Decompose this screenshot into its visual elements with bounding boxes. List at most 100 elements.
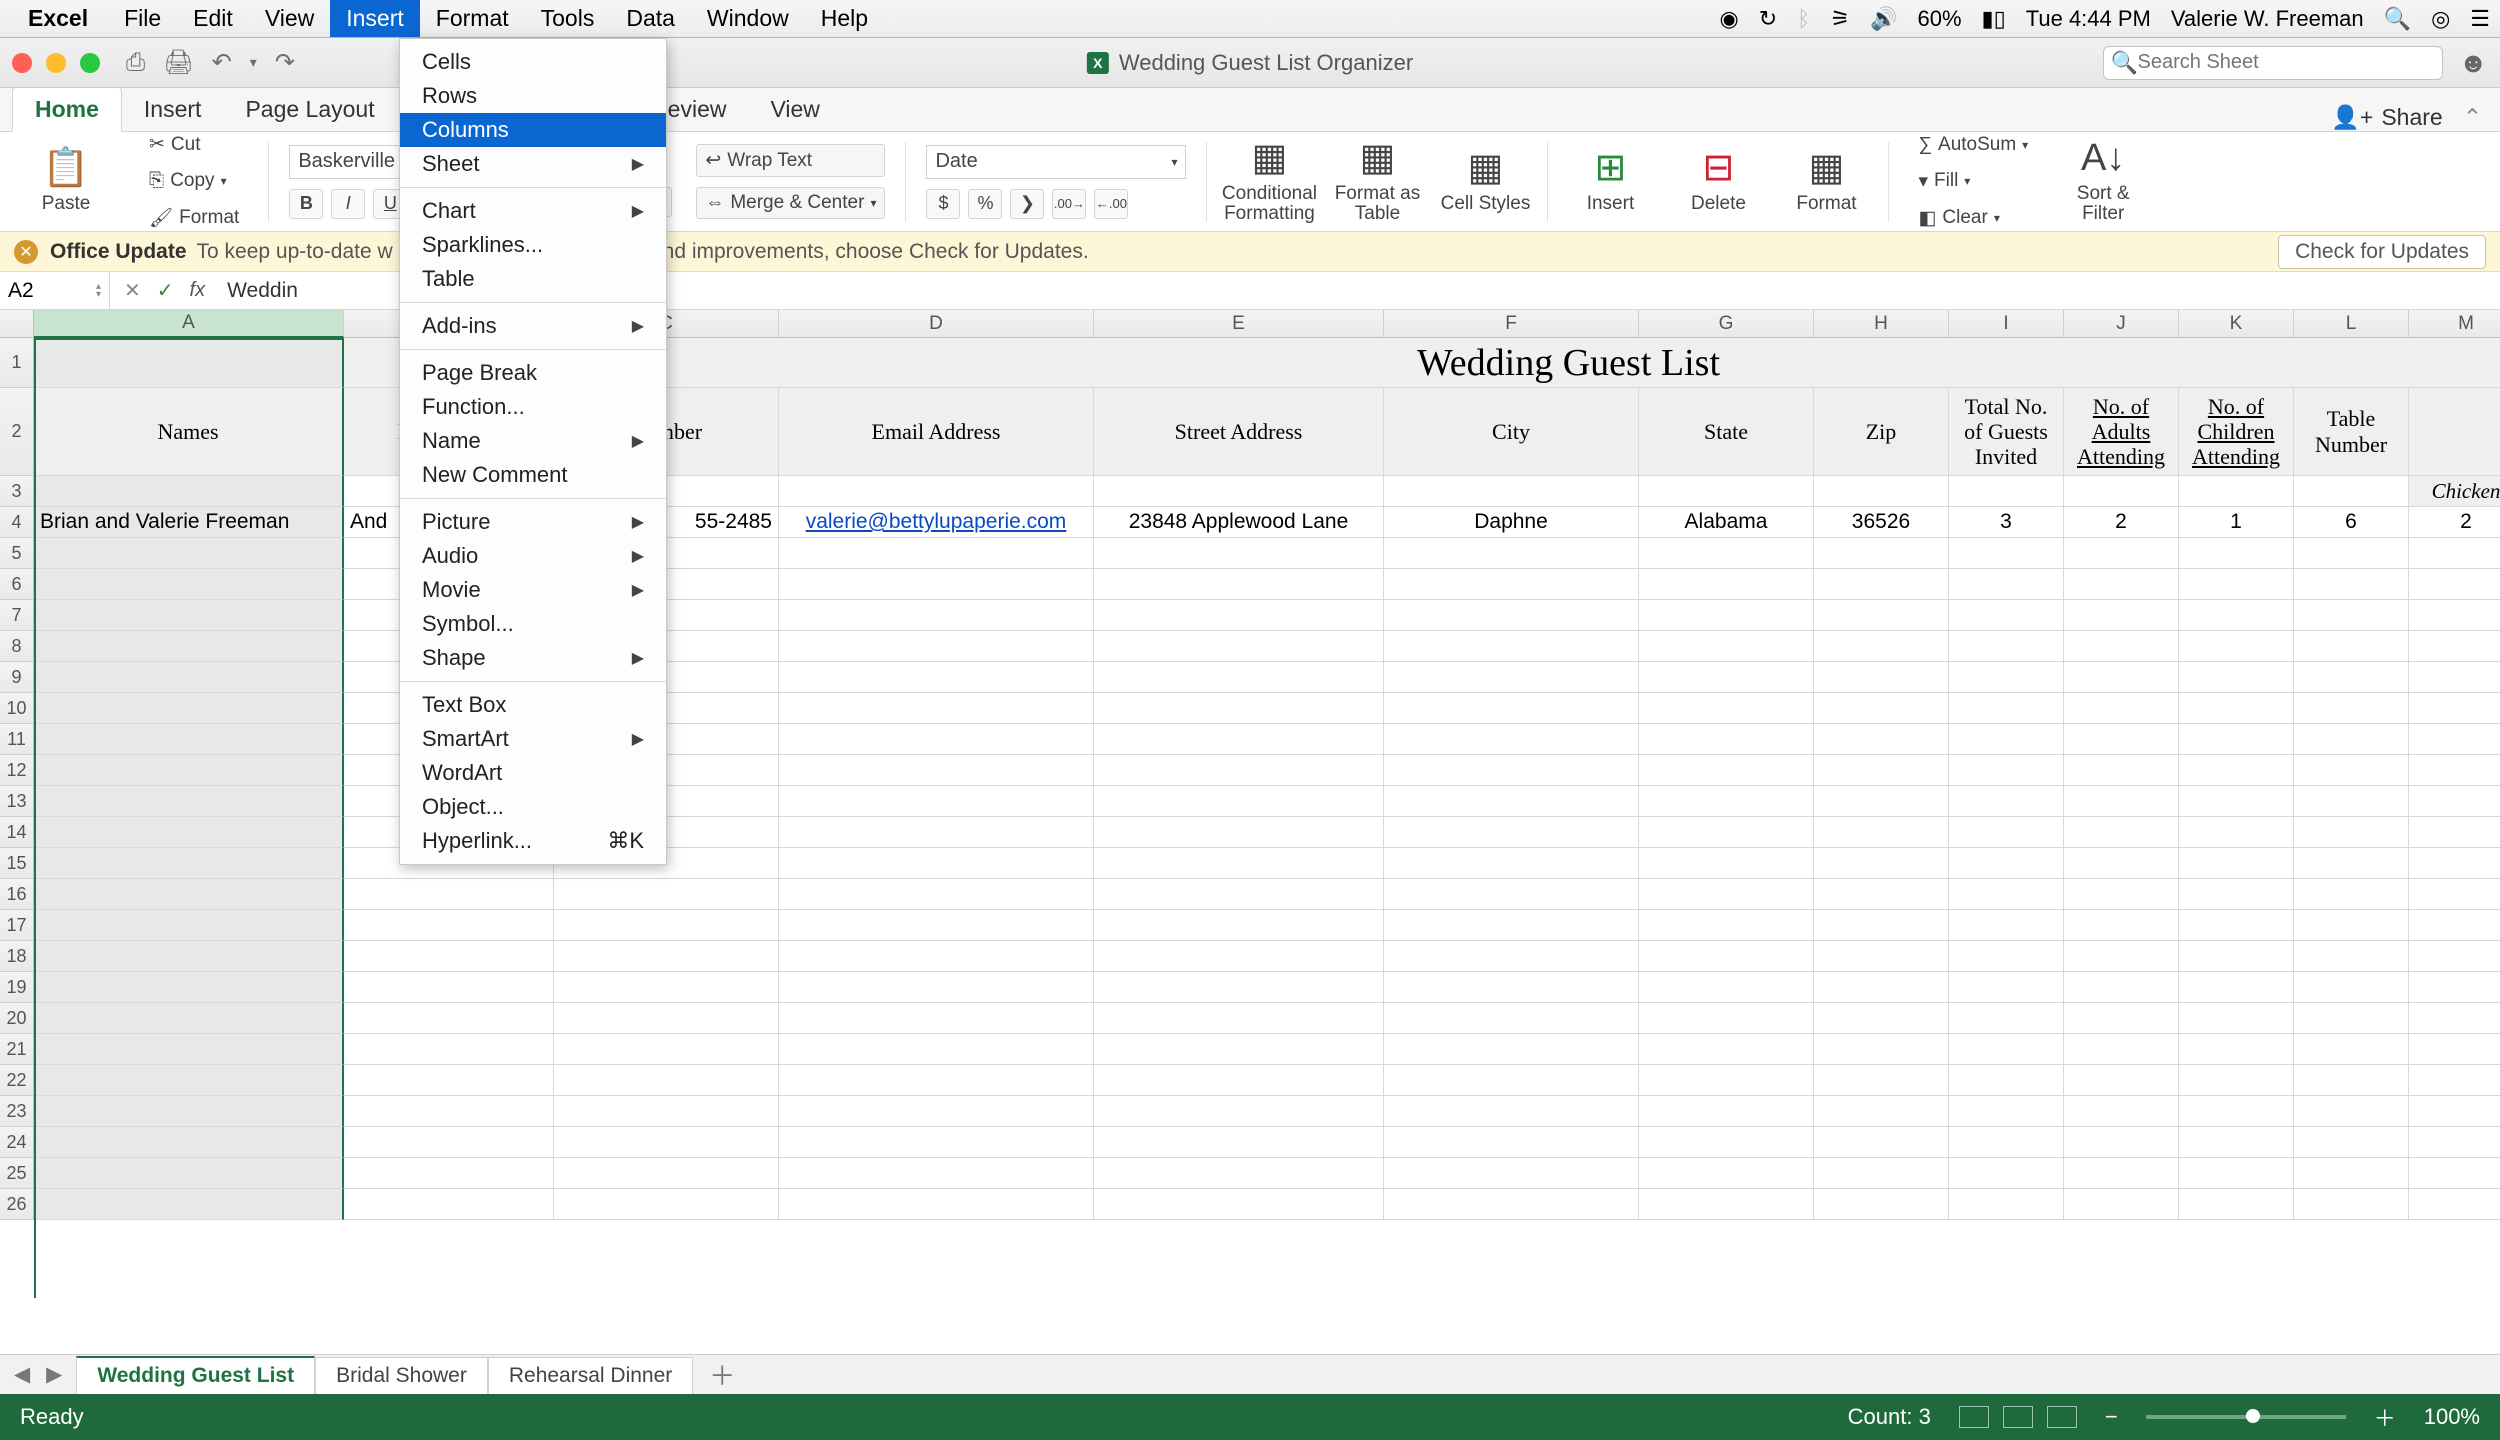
cell[interactable]: [779, 538, 1094, 569]
cell[interactable]: [2064, 879, 2179, 910]
cell[interactable]: [1949, 786, 2064, 817]
cell[interactable]: [1094, 1034, 1384, 1065]
cell[interactable]: State: [1639, 388, 1814, 476]
cell[interactable]: [2064, 1065, 2179, 1096]
cell[interactable]: [1949, 972, 2064, 1003]
cell[interactable]: [2409, 569, 2500, 600]
cell[interactable]: [2179, 600, 2294, 631]
sheet-tab-active[interactable]: Wedding Guest List: [76, 1356, 315, 1394]
row-header[interactable]: 15: [0, 848, 34, 879]
cell[interactable]: [1639, 941, 1814, 972]
italic-button[interactable]: I: [331, 189, 365, 219]
menu-help[interactable]: Help: [805, 0, 884, 37]
cell[interactable]: [2409, 879, 2500, 910]
cell[interactable]: [2064, 1003, 2179, 1034]
cell[interactable]: [2064, 910, 2179, 941]
col-header-G[interactable]: G: [1639, 310, 1814, 338]
cell[interactable]: [34, 1127, 344, 1158]
menu-hyperlink[interactable]: Hyperlink...⌘K: [400, 824, 666, 858]
cell[interactable]: [1094, 476, 1384, 507]
cell[interactable]: [1949, 538, 2064, 569]
feedback-icon[interactable]: ☻: [2459, 47, 2488, 79]
autosum-button[interactable]: ∑AutoSum ▾: [1909, 129, 2037, 161]
percent-button[interactable]: %: [968, 189, 1002, 219]
spreadsheet-grid[interactable]: ABCDEFGHIJKLMNO 123456789101112131415161…: [0, 310, 2500, 1360]
cell[interactable]: [344, 1158, 554, 1189]
cell[interactable]: [779, 631, 1094, 662]
cell[interactable]: [1094, 786, 1384, 817]
cell[interactable]: [1949, 693, 2064, 724]
cell[interactable]: [2179, 941, 2294, 972]
corner-select-all[interactable]: [0, 310, 34, 338]
cell[interactable]: [1814, 972, 1949, 1003]
cell[interactable]: [2064, 848, 2179, 879]
cell[interactable]: [2179, 972, 2294, 1003]
menu-table[interactable]: Table: [400, 262, 666, 296]
cell[interactable]: [34, 972, 344, 1003]
cell[interactable]: [2409, 1003, 2500, 1034]
tab-pagelayout[interactable]: Page Layout: [223, 88, 396, 131]
cell[interactable]: 2: [2064, 507, 2179, 538]
format-painter-button[interactable]: 🖌Format: [140, 201, 248, 235]
cell[interactable]: Meal Choice: [2409, 388, 2500, 476]
row-header[interactable]: 20: [0, 1003, 34, 1034]
row-header[interactable]: 5: [0, 538, 34, 569]
row-header[interactable]: 14: [0, 817, 34, 848]
cell[interactable]: [1384, 817, 1639, 848]
cell[interactable]: [554, 1189, 779, 1220]
cell[interactable]: [2294, 662, 2409, 693]
cut-button[interactable]: ✂Cut: [140, 128, 248, 161]
menu-window[interactable]: Window: [691, 0, 805, 37]
cancel-icon[interactable]: ✕: [124, 278, 141, 303]
cell[interactable]: [1949, 476, 2064, 507]
cell[interactable]: [1949, 569, 2064, 600]
cell[interactable]: City: [1384, 388, 1639, 476]
cell[interactable]: [2409, 786, 2500, 817]
cell[interactable]: [1949, 600, 2064, 631]
redo-icon[interactable]: ↷: [275, 48, 295, 77]
cell[interactable]: [2294, 941, 2409, 972]
cell[interactable]: [1814, 1189, 1949, 1220]
cell[interactable]: [779, 786, 1094, 817]
cell[interactable]: [2294, 1034, 2409, 1065]
cell[interactable]: [2064, 1096, 2179, 1127]
cell[interactable]: [2294, 1096, 2409, 1127]
cell[interactable]: [1814, 1003, 1949, 1034]
siri-icon[interactable]: ◎: [2431, 6, 2450, 32]
menu-cells[interactable]: Cells: [400, 45, 666, 79]
cell[interactable]: [1094, 910, 1384, 941]
clock[interactable]: Tue 4:44 PM: [2026, 6, 2151, 32]
cell[interactable]: [1384, 941, 1639, 972]
cell[interactable]: [2294, 538, 2409, 569]
cell[interactable]: [2179, 755, 2294, 786]
cell[interactable]: [1949, 1127, 2064, 1158]
cell[interactable]: [779, 662, 1094, 693]
menu-comment[interactable]: New Comment: [400, 458, 666, 492]
cell[interactable]: [1814, 1127, 1949, 1158]
cell[interactable]: [34, 600, 344, 631]
cell[interactable]: [2179, 1065, 2294, 1096]
share-button[interactable]: 👤+Share: [2317, 104, 2456, 131]
paste-button[interactable]: 📋 Paste: [16, 138, 116, 226]
tab-insert[interactable]: Insert: [122, 88, 224, 131]
cell[interactable]: [1094, 538, 1384, 569]
row-header[interactable]: 19: [0, 972, 34, 1003]
cell[interactable]: [2179, 476, 2294, 507]
cell[interactable]: [344, 1189, 554, 1220]
row-header[interactable]: 18: [0, 941, 34, 972]
cell[interactable]: [34, 569, 344, 600]
cell[interactable]: [2064, 972, 2179, 1003]
cell[interactable]: [1094, 879, 1384, 910]
cell[interactable]: [779, 476, 1094, 507]
cell[interactable]: [779, 569, 1094, 600]
cell[interactable]: [2294, 1127, 2409, 1158]
menu-picture[interactable]: Picture▶: [400, 505, 666, 539]
cell[interactable]: 1: [2179, 507, 2294, 538]
cell[interactable]: [1814, 755, 1949, 786]
cell[interactable]: [2409, 631, 2500, 662]
cell[interactable]: [2064, 755, 2179, 786]
cell[interactable]: [1814, 569, 1949, 600]
number-format-selector[interactable]: Date▾: [926, 145, 1186, 179]
tab-view[interactable]: View: [748, 88, 841, 131]
cell[interactable]: [1814, 1096, 1949, 1127]
